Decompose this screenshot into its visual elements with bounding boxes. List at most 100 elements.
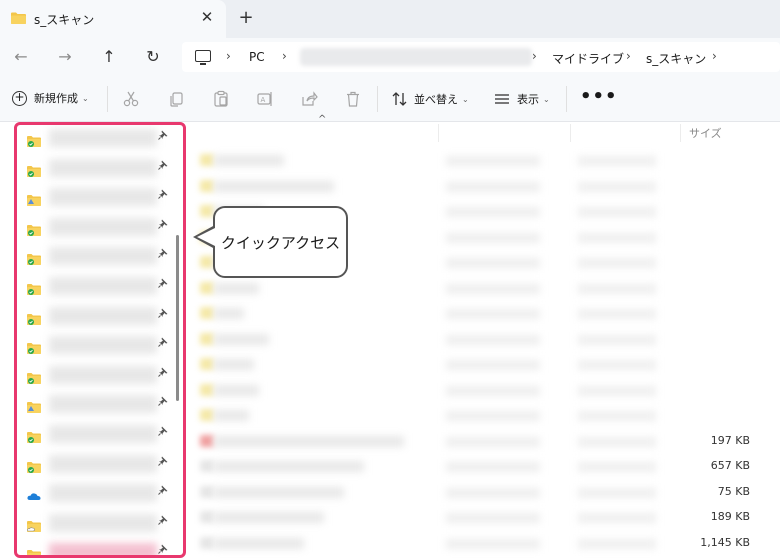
quick-access-callout: クイックアクセス [213,206,348,278]
file-row[interactable]: 657 KB [200,454,760,480]
file-type-redacted [578,513,656,523]
file-name-redacted [214,333,269,345]
pin-icon[interactable] [157,219,169,232]
file-icon [200,179,214,192]
file-row[interactable]: 75 KB [200,480,760,506]
sidebar-item[interactable] [27,365,177,386]
file-name-redacted [214,282,259,294]
file-row[interactable] [200,174,760,200]
pin-icon[interactable] [157,456,169,469]
pin-icon[interactable] [157,544,169,555]
pin-icon[interactable] [157,160,169,173]
sidebar-item[interactable] [27,247,177,267]
new-tab-button[interactable]: + [236,7,256,28]
sidebar-item-label-redacted [49,306,157,325]
file-size: 75 KB [717,484,750,498]
sidebar-item[interactable] [27,425,177,445]
copy-icon[interactable] [167,90,185,108]
file-row[interactable] [200,403,760,429]
cut-icon[interactable] [122,90,140,108]
sidebar-item[interactable] [27,336,177,356]
close-icon[interactable]: ✕ [198,8,216,26]
tab-s-scan[interactable]: s_スキャン ✕ [0,0,226,38]
folder-cloud-icon [27,517,41,532]
sidebar-item[interactable] [27,188,177,208]
breadcrumb-separator: › [532,49,537,63]
sidebar-item[interactable] [27,395,177,415]
address-bar[interactable]: › PC › › マイドライブ › s_スキャン › [182,42,780,72]
pin-icon[interactable] [157,308,169,321]
svg-text:A: A [261,96,266,104]
sidebar-item-label-redacted [49,277,157,295]
folder-sync-icon [27,132,41,147]
file-name-redacted [214,180,334,192]
pin-icon[interactable] [157,278,169,291]
pin-icon[interactable] [157,396,169,409]
file-row[interactable] [200,276,760,302]
divider [377,86,378,112]
pin-icon[interactable] [157,485,169,498]
file-icon [200,281,214,294]
sidebar-item[interactable] [27,454,177,475]
pin-icon[interactable] [157,367,169,380]
sidebar-item[interactable] [27,306,177,327]
breadcrumb-pc[interactable]: PC [249,50,265,64]
sidebar-scrollbar[interactable] [176,235,179,401]
pin-icon[interactable] [157,189,169,202]
file-icon [200,256,214,268]
view-button[interactable]: 表示 ⌄ [494,91,550,107]
rename-icon[interactable]: A [256,90,274,108]
file-date-redacted [446,207,540,217]
file-row[interactable]: 189 KB [200,505,760,531]
back-arrow-icon[interactable]: ← [10,46,32,68]
sidebar-item[interactable] [27,484,177,504]
more-options-icon[interactable]: ••• [580,86,618,107]
sidebar-item-label-redacted [49,247,157,266]
pin-icon[interactable] [157,515,169,528]
refresh-icon[interactable]: ↻ [142,46,164,68]
column-header-size[interactable]: サイズ [689,125,722,147]
pin-icon[interactable] [157,130,169,143]
forward-arrow-icon[interactable]: → [54,46,76,68]
paste-icon[interactable] [212,90,230,108]
sort-button[interactable]: 並べ替え ⌄ [392,91,469,107]
breadcrumb-s-scan[interactable]: s_スキャン [646,50,706,67]
file-size: 1,145 KB [700,535,750,549]
up-arrow-icon[interactable]: ↑ [98,46,120,68]
file-icon [200,205,214,217]
sidebar-item[interactable] [27,513,177,534]
file-row[interactable]: 1,145 KB [200,531,760,557]
file-row[interactable] [200,352,760,378]
callout-text: クイックアクセス [220,233,341,252]
file-type-redacted [578,360,656,370]
view-list-icon [495,94,509,104]
pin-icon[interactable] [157,248,169,261]
share-icon[interactable] [300,90,318,108]
trash-icon[interactable] [344,90,362,108]
file-date-redacted [446,309,540,319]
sort-icon [392,92,407,106]
sidebar-item[interactable] [27,129,177,149]
sidebar-item-label-redacted [49,543,157,555]
sidebar-item[interactable] [27,277,177,297]
file-row[interactable] [200,327,760,353]
file-row[interactable] [200,378,760,404]
folder-up-icon [27,191,41,207]
sidebar-item[interactable] [27,217,177,238]
file-row[interactable] [200,301,760,327]
file-row[interactable]: 197 KB [200,429,760,455]
file-date-redacted [446,181,540,192]
file-icon [200,307,214,319]
sidebar-item[interactable] [27,158,177,179]
chevron-down-icon: ⌄ [462,94,469,104]
breadcrumb-my-drive[interactable]: マイドライブ [552,50,624,67]
file-icon [200,511,214,523]
sidebar-item-label-redacted [49,395,157,414]
sidebar-item[interactable] [27,543,177,555]
new-button[interactable]: + 新規作成 ⌄ [12,90,89,106]
file-date-redacted [446,436,540,447]
file-row[interactable] [200,148,760,174]
pin-icon[interactable] [157,426,169,439]
pin-icon[interactable] [157,337,169,350]
file-type-redacted [578,334,656,345]
